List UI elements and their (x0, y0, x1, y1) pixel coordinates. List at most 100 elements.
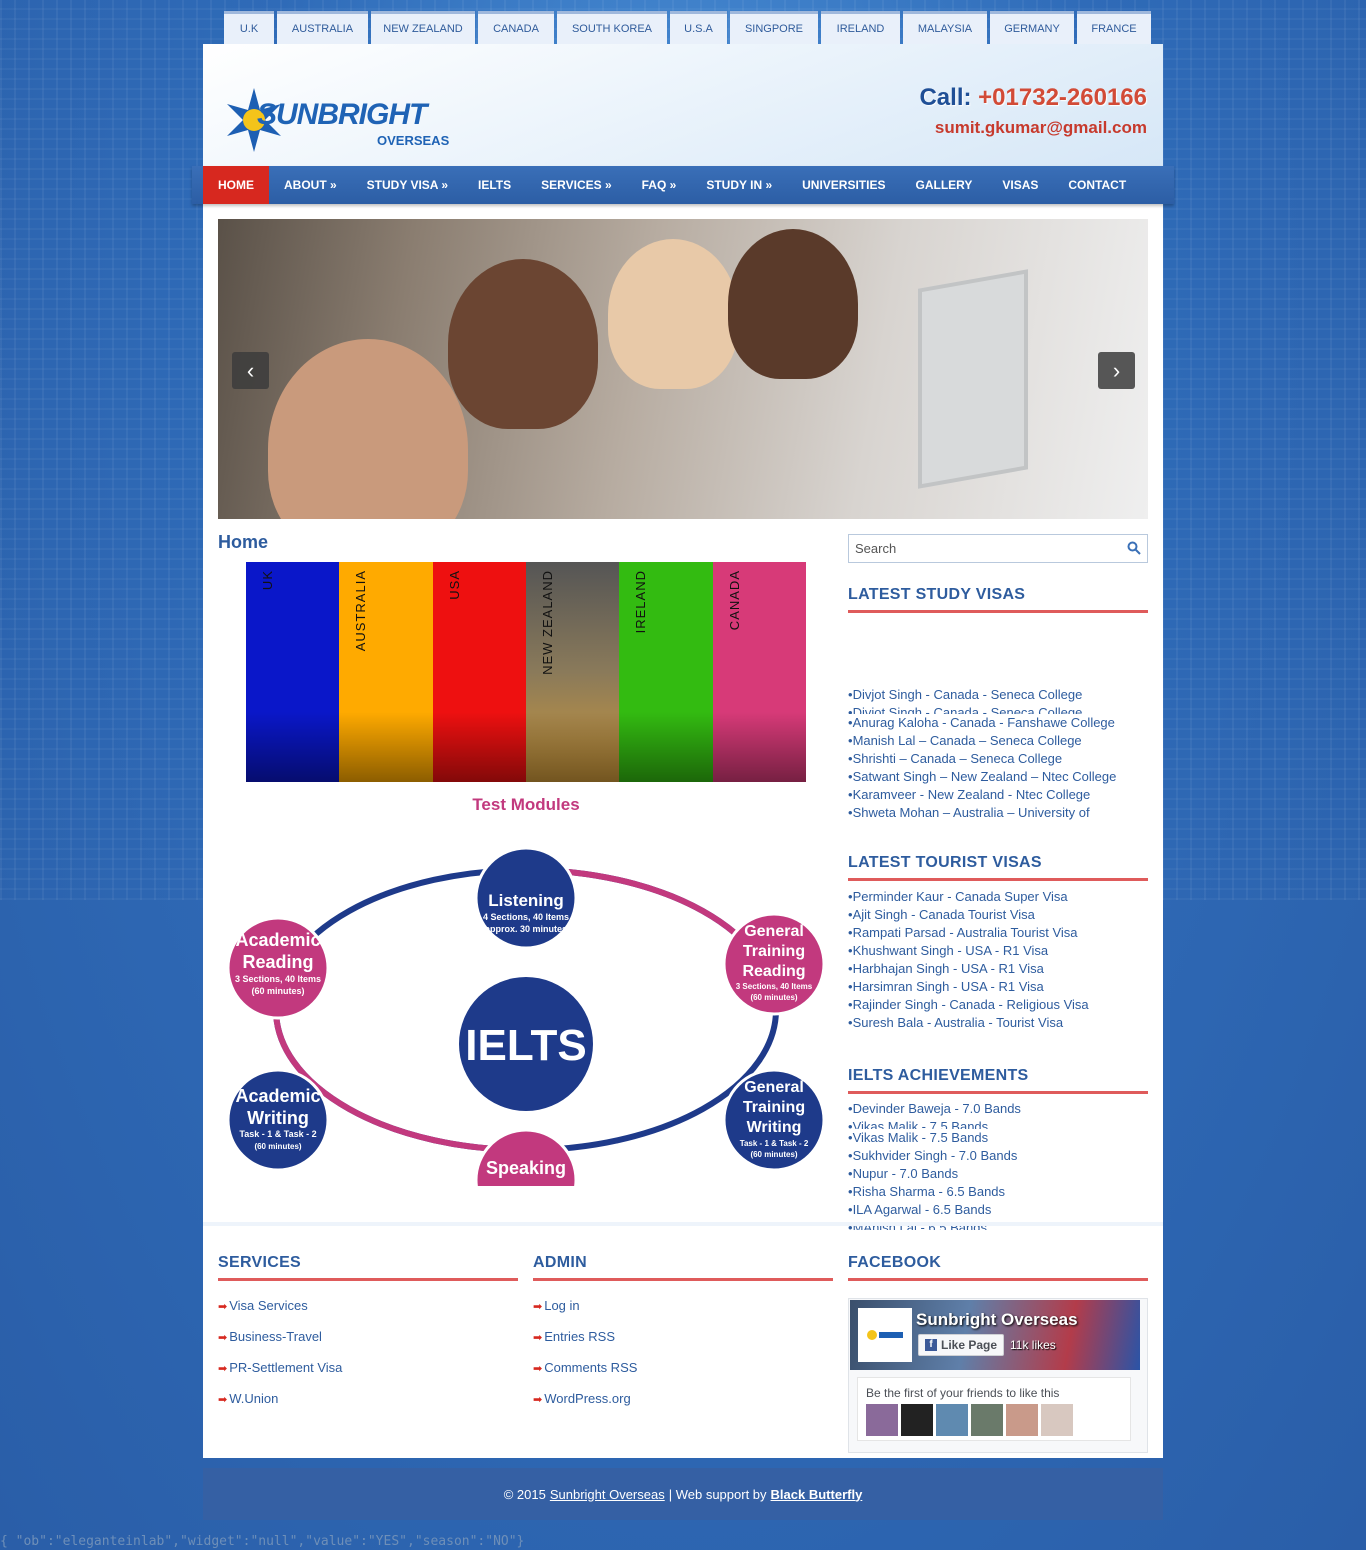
slider-next-button[interactable]: › (1098, 352, 1135, 389)
study-visa-item[interactable]: Divjot Singh - Canada - Seneca College (848, 704, 1148, 714)
slider-prev-button[interactable]: ‹ (232, 352, 269, 389)
admin-link[interactable]: ➡ Log in (533, 1291, 833, 1322)
facebook-like-button[interactable]: f Like Page (918, 1334, 1005, 1356)
friend-avatar[interactable] (866, 1404, 898, 1436)
banner-usa[interactable]: USA (432, 562, 526, 782)
arrow-icon: ➡ (533, 1332, 543, 1344)
facebook-icon: f (925, 1339, 937, 1351)
banner-label-usa: USA (446, 570, 462, 600)
services-link[interactable]: ➡ Visa Services (218, 1291, 518, 1322)
banner-canada[interactable]: CANADA (712, 562, 806, 782)
tourist-visa-item[interactable]: Ajit Singh - Canada Tourist Visa (848, 906, 1148, 924)
friend-avatar[interactable] (936, 1404, 968, 1436)
banner-ireland[interactable]: IRELAND (619, 562, 713, 782)
country-tab-germany[interactable]: GERMANY (990, 11, 1074, 44)
banner-uk[interactable]: UK (246, 562, 340, 782)
nav-services[interactable]: SERVICES » (526, 166, 626, 204)
footer-facebook: FACEBOOK Sunbright Overseas f Like Page … (848, 1254, 1148, 1453)
search-input[interactable]: Search (848, 534, 1148, 563)
academic-reading-sub1: 3 Sections, 40 Items (235, 974, 321, 984)
friend-avatar[interactable] (971, 1404, 1003, 1436)
ielts-achievement-item[interactable]: ILA Agarwal - 6.5 Bands (848, 1201, 1148, 1219)
facebook-cover[interactable]: Sunbright Overseas f Like Page 11k likes (850, 1300, 1140, 1370)
vendor-link[interactable]: Black Butterfly (771, 1487, 863, 1502)
nav-study-in[interactable]: STUDY IN » (691, 166, 787, 204)
friend-avatar[interactable] (1006, 1404, 1038, 1436)
general-writing-title2: Training (743, 1099, 805, 1116)
nav-about[interactable]: ABOUT » (269, 166, 352, 204)
tourist-visa-item[interactable]: Perminder Kaur - Canada Super Visa (848, 888, 1148, 906)
facebook-like-count: 11k likes (1010, 1338, 1056, 1352)
admin-link[interactable]: ➡ WordPress.org (533, 1384, 833, 1415)
site-logo[interactable]: SUNBRIGHT OVERSEAS (219, 84, 459, 156)
services-link[interactable]: ➡ Business-Travel (218, 1322, 518, 1353)
nav-gallery[interactable]: GALLERY (900, 166, 987, 204)
tourist-visa-item[interactable]: Harsimran Singh - USA - R1 Visa (848, 978, 1148, 996)
search-icon[interactable] (1127, 541, 1141, 555)
admin-link[interactable]: ➡ Comments RSS (533, 1353, 833, 1384)
facebook-page-thumbnail[interactable] (858, 1308, 912, 1362)
nav-home[interactable]: HOME (203, 166, 269, 204)
study-visas-list: Divjot Singh - Canada - Seneca College D… (848, 686, 1148, 826)
banner-new-zealand[interactable]: NEW ZEALAND (525, 562, 620, 782)
contact-email[interactable]: sumit.gkumar@gmail.com (935, 118, 1147, 138)
tourist-visa-item[interactable]: Rampati Parsad - Australia Tourist Visa (848, 924, 1148, 942)
country-tab-ireland[interactable]: IRELAND (821, 11, 900, 44)
ielts-achievements-list: Devinder Baweja - 7.0 Bands Vikas Malik … (848, 1100, 1148, 1230)
study-visa-item[interactable]: Manish Lal – Canada – Seneca College (848, 732, 1148, 750)
facebook-page-name[interactable]: Sunbright Overseas (916, 1310, 1078, 1330)
facebook-friends-box: Be the first of your friends to like thi… (857, 1377, 1131, 1441)
tourist-visa-item[interactable]: Harbhajan Singh - USA - R1 Visa (848, 960, 1148, 978)
study-visa-item[interactable]: Satwant Singh – New Zealand – Ntec Colle… (848, 768, 1148, 786)
ielts-achievement-item[interactable]: Nupur - 7.0 Bands (848, 1165, 1148, 1183)
hero-slider[interactable]: ‹ › (218, 219, 1148, 519)
country-tab-singpore[interactable]: SINGPORE (730, 11, 818, 44)
nav-universities[interactable]: UNIVERSITIES (787, 166, 900, 204)
country-tab-canada[interactable]: CANADA (478, 11, 554, 44)
listening-sub1: 4 Sections, 40 Items (483, 912, 569, 922)
country-tab-malaysia[interactable]: MALAYSIA (903, 11, 987, 44)
banner-australia[interactable]: AUSTRALIA (339, 562, 433, 782)
academic-writing-sub1: Task - 1 & Task - 2 (239, 1129, 316, 1139)
friend-avatar[interactable] (901, 1404, 933, 1436)
arrow-icon: ➡ (533, 1363, 543, 1375)
study-visa-item[interactable]: Anurag Kaloha - Canada - Fanshawe Colleg… (848, 714, 1148, 732)
tourist-visa-item[interactable]: Khushwant Singh - USA - R1 Visa (848, 942, 1148, 960)
widget-title-study-visas: LATEST STUDY VISAS (848, 586, 1148, 613)
ielts-achievement-item[interactable]: Sukhvider Singh - 7.0 Bands (848, 1147, 1148, 1165)
ielts-achievement-item[interactable]: Risha Sharma - 6.5 Bands (848, 1183, 1148, 1201)
admin-link-label: WordPress.org (544, 1391, 631, 1406)
sunbright-logo-icon (867, 1330, 903, 1340)
debug-status-text: { "ob":"eleganteinlab","widget":"null","… (0, 1534, 525, 1549)
study-visa-item[interactable]: Karamveer - New Zealand - Ntec College (848, 786, 1148, 804)
banner-city-usa (432, 712, 526, 782)
ielts-achievement-item[interactable]: Vikas Malik - 7.5 Bands (848, 1129, 1148, 1147)
ielts-achievement-item[interactable]: Vikas Malik - 7.5 Bands (848, 1118, 1148, 1129)
friend-avatar[interactable] (1041, 1404, 1073, 1436)
nav-contact[interactable]: CONTACT (1053, 166, 1141, 204)
arrow-icon: ➡ (533, 1394, 543, 1406)
services-link[interactable]: ➡ PR-Settlement Visa (218, 1353, 518, 1384)
admin-link[interactable]: ➡ Entries RSS (533, 1322, 833, 1353)
nav-ielts[interactable]: IELTS (463, 166, 526, 204)
general-reading-sub2: (60 minutes) (750, 993, 797, 1002)
phone-number: +01732-260166 (978, 84, 1147, 111)
nav-faq[interactable]: FAQ » (627, 166, 692, 204)
country-tab-usa[interactable]: U.S.A (670, 11, 727, 44)
nav-study-visa[interactable]: STUDY VISA » (352, 166, 463, 204)
country-tab-new-zealand[interactable]: NEW ZEALAND (371, 11, 475, 44)
tourist-visa-item[interactable]: Rajinder Singh - Canada - Religious Visa (848, 996, 1148, 1014)
study-visa-item[interactable]: Divjot Singh - Canada - Seneca College (848, 686, 1148, 704)
country-tab-australia[interactable]: AUSTRALIA (277, 11, 368, 44)
country-tab-france[interactable]: FRANCE (1077, 11, 1151, 44)
country-tab-south-korea[interactable]: SOUTH KOREA (557, 11, 667, 44)
services-link[interactable]: ➡ W.Union (218, 1384, 518, 1415)
nav-visas[interactable]: VISAS (987, 166, 1053, 204)
study-visa-item[interactable]: Shrishti – Canada – Seneca College (848, 750, 1148, 768)
tourist-visa-item[interactable]: Suresh Bala - Australia - Tourist Visa (848, 1014, 1148, 1032)
ielts-achievement-item[interactable]: Devinder Baweja - 7.0 Bands (848, 1100, 1148, 1118)
site-link[interactable]: Sunbright Overseas (550, 1487, 665, 1502)
country-tab-uk[interactable]: U.K (224, 11, 274, 44)
call-number: Call: +01732-260166 (919, 84, 1147, 112)
study-visa-item[interactable]: Shweta Mohan – Australia – University of (848, 804, 1148, 822)
